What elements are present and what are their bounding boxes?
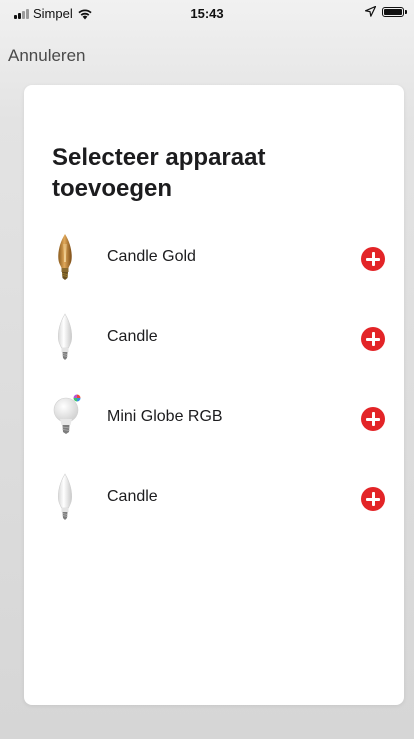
device-row-candle[interactable]: Candle — [24, 312, 404, 392]
battery-icon — [382, 6, 407, 17]
device-row-mini-globe-rgb[interactable]: Mini Globe RGB — [24, 392, 404, 472]
add-device-button[interactable] — [361, 487, 385, 511]
status-bar: Simpel 15:43 — [0, 0, 414, 28]
location-arrow-icon — [365, 6, 376, 17]
device-list: Candle Gold Candle Mini Globe RGB Candle — [24, 232, 404, 552]
candle-bulb-icon — [57, 473, 73, 520]
candle-gold-bulb-icon — [58, 234, 72, 280]
card-title: Selecteer apparaat toevoegen — [52, 144, 266, 202]
bottom-area — [0, 709, 414, 739]
device-name: Candle Gold — [107, 248, 196, 265]
device-name: Candle — [107, 488, 158, 505]
add-device-button[interactable] — [361, 247, 385, 271]
add-device-button[interactable] — [361, 407, 385, 431]
add-device-button[interactable] — [361, 327, 385, 351]
device-name: Candle — [107, 328, 158, 345]
status-right — [365, 6, 407, 17]
cancel-button[interactable]: Annuleren — [8, 46, 86, 66]
device-row-candle-2[interactable]: Candle — [24, 472, 404, 552]
candle-bulb-icon — [57, 313, 73, 360]
device-row-candle-gold[interactable]: Candle Gold — [24, 232, 404, 312]
device-name: Mini Globe RGB — [107, 408, 223, 425]
device-selection-card: Selecteer apparaat toevoegen Candle Gold… — [24, 85, 404, 705]
screen: Simpel 15:43 Annuleren Selecteer apparaa… — [0, 0, 414, 739]
mini-globe-rgb-bulb-icon — [53, 394, 81, 434]
status-time: 15:43 — [190, 6, 224, 21]
